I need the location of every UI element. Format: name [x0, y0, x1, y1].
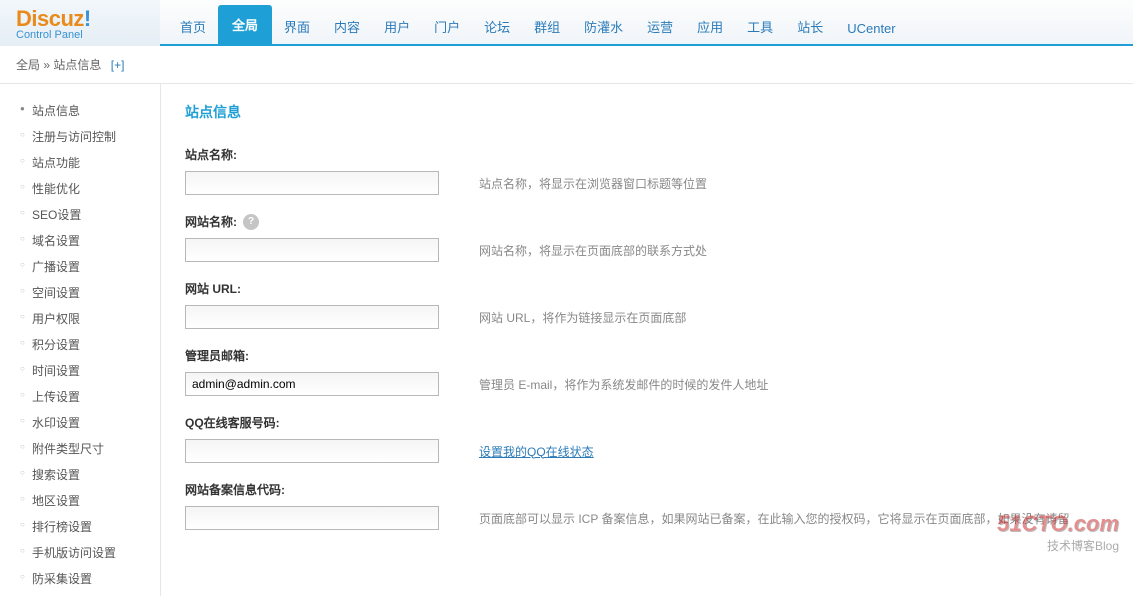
sitename-desc: 站点名称，将显示在浏览器窗口标题等位置 [479, 175, 707, 192]
icp-input[interactable] [185, 506, 439, 530]
sidebar-item-1[interactable]: 注册与访问控制 [20, 128, 160, 145]
webname-input[interactable] [185, 238, 439, 262]
sidebar-item-8[interactable]: 用户权限 [20, 310, 160, 327]
nav-tab-5[interactable]: 门户 [422, 9, 472, 44]
sidebar-item-3[interactable]: 性能优化 [20, 180, 160, 197]
nav-tab-1[interactable]: 全局 [218, 5, 272, 44]
breadcrumb: 全局 » 站点信息 [+] [0, 46, 1133, 84]
nav-tab-11[interactable]: 工具 [735, 9, 785, 44]
adminemail-input[interactable] [185, 372, 439, 396]
nav-tab-13[interactable]: UCenter [835, 13, 907, 44]
adminemail-label: 管理员邮箱: [185, 347, 1109, 364]
nav-tab-3[interactable]: 内容 [322, 9, 372, 44]
qq-label: QQ在线客服号码: [185, 414, 1109, 431]
nav-tab-2[interactable]: 界面 [272, 9, 322, 44]
sidebar-item-11[interactable]: 上传设置 [20, 388, 160, 405]
sidebar-item-2[interactable]: 站点功能 [20, 154, 160, 171]
sidebar-item-16[interactable]: 排行榜设置 [20, 518, 160, 535]
sitename-label: 站点名称: [185, 146, 1109, 163]
sitename-input[interactable] [185, 171, 439, 195]
nav-tab-12[interactable]: 站长 [785, 9, 835, 44]
siteurl-desc: 网站 URL，将作为链接显示在页面底部 [479, 309, 686, 326]
nav-tab-4[interactable]: 用户 [372, 9, 422, 44]
sidebar-item-6[interactable]: 广播设置 [20, 258, 160, 275]
nav-tab-10[interactable]: 应用 [685, 9, 735, 44]
sidebar-item-9[interactable]: 积分设置 [20, 336, 160, 353]
sidebar-item-4[interactable]: SEO设置 [20, 206, 160, 223]
adminemail-desc: 管理员 E-mail，将作为系统发邮件的时候的发件人地址 [479, 376, 768, 393]
siteurl-input[interactable] [185, 305, 439, 329]
sidebar-item-10[interactable]: 时间设置 [20, 362, 160, 379]
breadcrumb-root[interactable]: 全局 [16, 58, 40, 72]
logo-text: Discuz [16, 6, 84, 31]
qq-input[interactable] [185, 439, 439, 463]
webname-desc: 网站名称，将显示在页面底部的联系方式处 [479, 242, 707, 259]
webname-label: 网站名称: [185, 213, 237, 230]
nav-tab-7[interactable]: 群组 [522, 9, 572, 44]
main-content: 站点信息 站点名称: 站点名称，将显示在浏览器窗口标题等位置 网站名称: ? 网… [160, 84, 1133, 596]
logo-punct: ! [84, 6, 91, 31]
sidebar-item-5[interactable]: 域名设置 [20, 232, 160, 249]
section-title: 站点信息 [185, 102, 1109, 122]
sidebar-item-13[interactable]: 附件类型尺寸 [20, 440, 160, 457]
sidebar-item-18[interactable]: 防采集设置 [20, 570, 160, 587]
nav-tab-6[interactable]: 论坛 [472, 9, 522, 44]
nav-tab-8[interactable]: 防灌水 [572, 9, 635, 44]
sidebar-item-7[interactable]: 空间设置 [20, 284, 160, 301]
sidebar-item-15[interactable]: 地区设置 [20, 492, 160, 509]
sidebar-item-14[interactable]: 搜索设置 [20, 466, 160, 483]
sidebar-item-17[interactable]: 手机版访问设置 [20, 544, 160, 561]
top-nav: 首页全局界面内容用户门户论坛群组防灌水运营应用工具站长UCenter [160, 0, 1133, 46]
siteurl-label: 网站 URL: [185, 280, 1109, 297]
sidebar: 站点信息注册与访问控制站点功能性能优化 SEO设置域名设置广播设置空间设置用户权限… [0, 84, 160, 596]
sidebar-item-12[interactable]: 水印设置 [20, 414, 160, 431]
breadcrumb-expand[interactable]: [+] [111, 58, 125, 72]
logo: Discuz! Control Panel [0, 0, 160, 46]
nav-tab-0[interactable]: 首页 [168, 9, 218, 44]
logo-subtitle: Control Panel [16, 29, 144, 41]
icp-label: 网站备案信息代码: [185, 481, 1109, 498]
breadcrumb-sep: » [43, 58, 50, 72]
sidebar-item-0[interactable]: 站点信息 [20, 102, 160, 119]
qq-status-link[interactable]: 设置我的QQ在线状态 [479, 445, 594, 459]
help-icon[interactable]: ? [243, 214, 259, 230]
nav-tab-9[interactable]: 运营 [635, 9, 685, 44]
breadcrumb-current: 站点信息 [53, 58, 101, 72]
icp-desc: 页面底部可以显示 ICP 备案信息，如果网站已备案，在此输入您的授权码，它将显示… [479, 510, 1069, 527]
